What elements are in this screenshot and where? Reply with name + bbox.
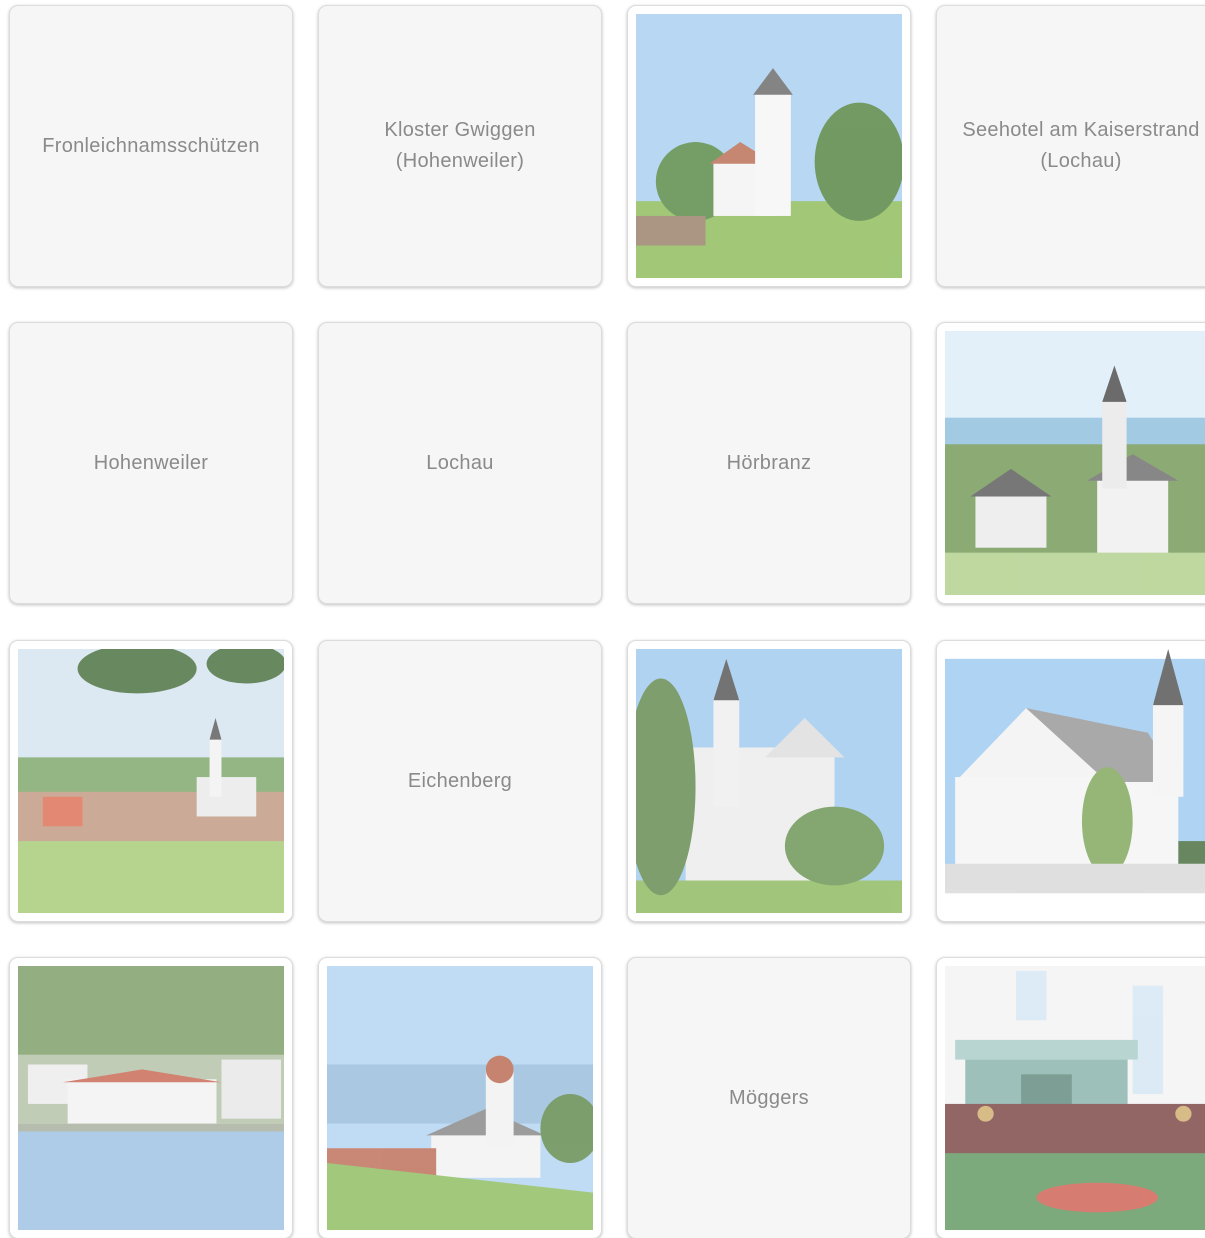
- tile-label: Hohenweiler: [93, 451, 209, 474]
- tile-label: Hörbranz: [726, 451, 812, 474]
- lakeside-hotel-photo: [18, 966, 284, 1230]
- tile-photo-village-meadow[interactable]: [9, 640, 293, 922]
- tile-moeggers[interactable]: Möggers: [627, 957, 911, 1238]
- tile-photo-village-church[interactable]: [936, 322, 1205, 604]
- tile-eichenberg[interactable]: Eichenberg: [318, 640, 602, 922]
- tile-fronleichnamsschuetzen[interactable]: Fronleichnamsschützen: [9, 5, 293, 287]
- hilltop-chapel-photo: [327, 966, 593, 1230]
- tile-label: Kloster Gwiggen (Hohenweiler): [384, 119, 536, 172]
- tile-label: Seehotel am Kaiserstrand (Lochau): [962, 119, 1200, 172]
- tile-photo-church-facade[interactable]: [627, 640, 911, 922]
- chapel-photo: [636, 14, 902, 278]
- tile-hohenweiler[interactable]: Hohenweiler: [9, 322, 293, 604]
- village-church-photo: [945, 331, 1205, 595]
- village-meadow-photo: [18, 649, 284, 913]
- procession-photo: [945, 966, 1205, 1230]
- tile-photo-hilltop-chapel[interactable]: [318, 957, 602, 1238]
- tile-photo-lakeside-hotel[interactable]: [9, 957, 293, 1238]
- tile-label: Möggers: [729, 1086, 809, 1109]
- tile-photo-procession[interactable]: [936, 957, 1205, 1238]
- tile-kloster-gwiggen[interactable]: Kloster Gwiggen (Hohenweiler): [318, 5, 602, 287]
- white-church-photo: [945, 649, 1205, 913]
- tile-grid: Fronleichnamsschützen Kloster Gwiggen (H…: [0, 0, 1205, 1238]
- tile-hoerbranz[interactable]: Hörbranz: [627, 322, 911, 604]
- tile-photo-chapel-tower[interactable]: [627, 5, 911, 287]
- tile-label: Eichenberg: [407, 769, 513, 792]
- tile-seehotel[interactable]: Seehotel am Kaiserstrand (Lochau): [936, 5, 1205, 287]
- tile-label: Lochau: [426, 451, 494, 474]
- tile-label: Fronleichnamsschützen: [42, 134, 260, 157]
- tile-lochau[interactable]: Lochau: [318, 322, 602, 604]
- tile-photo-white-church[interactable]: [936, 640, 1205, 922]
- church-facade-photo: [636, 649, 902, 913]
